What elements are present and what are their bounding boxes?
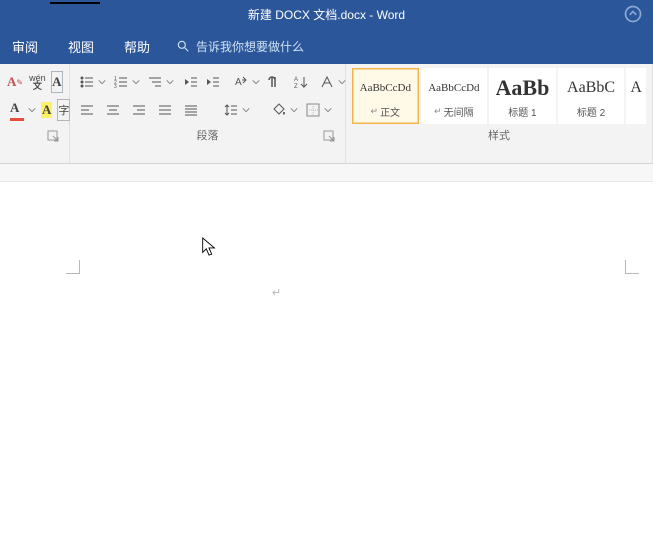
styles-gallery[interactable]: AaBbCcDd ↵正文 AaBbCcDd ↵无间隔 AaBb 标题 1 AaB…	[352, 68, 646, 124]
shading-button[interactable]	[268, 99, 298, 121]
collapse-ribbon-icon[interactable]	[623, 4, 643, 27]
asian-layout-button[interactable]	[316, 71, 346, 93]
style-tile-nospacing[interactable]: AaBbCcDd ↵无间隔	[421, 68, 488, 124]
paragraph-group: 123 A AZ 段落	[70, 64, 346, 163]
enclose-characters-button[interactable]: 字	[57, 99, 70, 121]
align-left-button[interactable]	[76, 99, 98, 121]
title-bar: 新建 DOCX 文档.docx - Word	[0, 0, 653, 28]
tab-view[interactable]: 视图	[64, 31, 98, 62]
svg-text:A: A	[294, 77, 298, 83]
bullets-button[interactable]	[76, 71, 106, 93]
page-margin-corner	[66, 260, 80, 274]
character-border-button[interactable]: A	[51, 71, 63, 93]
show-hide-marks-button[interactable]	[264, 71, 282, 93]
align-distributed-button[interactable]	[180, 99, 202, 121]
search-icon	[176, 39, 190, 53]
style-tile-heading2[interactable]: AaBbC 标题 2	[558, 68, 625, 124]
decorative-mark	[50, 2, 100, 4]
decrease-indent-button[interactable]	[182, 71, 200, 93]
character-shading-button[interactable]: A	[40, 99, 53, 121]
style-preview: AaBbCcDd	[360, 73, 411, 103]
ruler-area	[0, 164, 653, 182]
align-right-button[interactable]	[128, 99, 150, 121]
document-canvas[interactable]: ↵	[0, 182, 653, 551]
tab-help[interactable]: 帮助	[120, 31, 154, 62]
paragraph-group-label: 段落	[197, 127, 219, 143]
increase-indent-button[interactable]	[204, 71, 222, 93]
styles-group-label: 样式	[488, 127, 510, 143]
window-title: 新建 DOCX 文档.docx - Word	[248, 6, 405, 23]
mouse-cursor-icon	[200, 236, 218, 263]
tell-me-search[interactable]: 告诉我你想要做什么	[176, 38, 304, 55]
ribbon-tabs: 审阅 视图 帮助 告诉我你想要做什么	[0, 28, 653, 64]
style-tile-overflow[interactable]: A	[626, 68, 646, 124]
style-tile-heading1[interactable]: AaBb 标题 1	[489, 68, 556, 124]
align-center-button[interactable]	[102, 99, 124, 121]
multilevel-list-button[interactable]	[144, 71, 174, 93]
clear-formatting-button[interactable]: A✎	[6, 71, 24, 93]
svg-text:3: 3	[114, 84, 117, 90]
chevron-down-icon[interactable]	[28, 106, 36, 114]
font-color-button[interactable]: A	[6, 99, 36, 121]
svg-text:Z: Z	[294, 84, 298, 90]
numbering-button[interactable]: 123	[110, 71, 140, 93]
style-tile-normal[interactable]: AaBbCcDd ↵正文	[352, 68, 419, 124]
line-spacing-button[interactable]	[220, 99, 250, 121]
phonetic-guide-button[interactable]: wén文	[28, 71, 47, 93]
svg-text:A: A	[235, 77, 242, 88]
tell-me-label: 告诉我你想要做什么	[196, 38, 304, 55]
page-margin-corner	[625, 260, 639, 274]
align-justify-button[interactable]	[154, 99, 176, 121]
borders-button[interactable]	[302, 99, 332, 121]
dialog-launcher-icon[interactable]	[323, 130, 337, 144]
ribbon: A✎ wén文 A A A 字 123 A	[0, 64, 653, 164]
sort-button[interactable]: AZ	[290, 71, 312, 93]
dialog-launcher-icon[interactable]	[47, 130, 61, 144]
paragraph-mark-icon: ↵	[272, 286, 281, 299]
text-direction-button[interactable]: A	[230, 71, 260, 93]
styles-group: AaBbCcDd ↵正文 AaBbCcDd ↵无间隔 AaBb 标题 1 AaB…	[346, 64, 653, 163]
tab-review[interactable]: 审阅	[8, 31, 42, 62]
font-group-partial: A✎ wén文 A A A 字	[0, 64, 70, 163]
